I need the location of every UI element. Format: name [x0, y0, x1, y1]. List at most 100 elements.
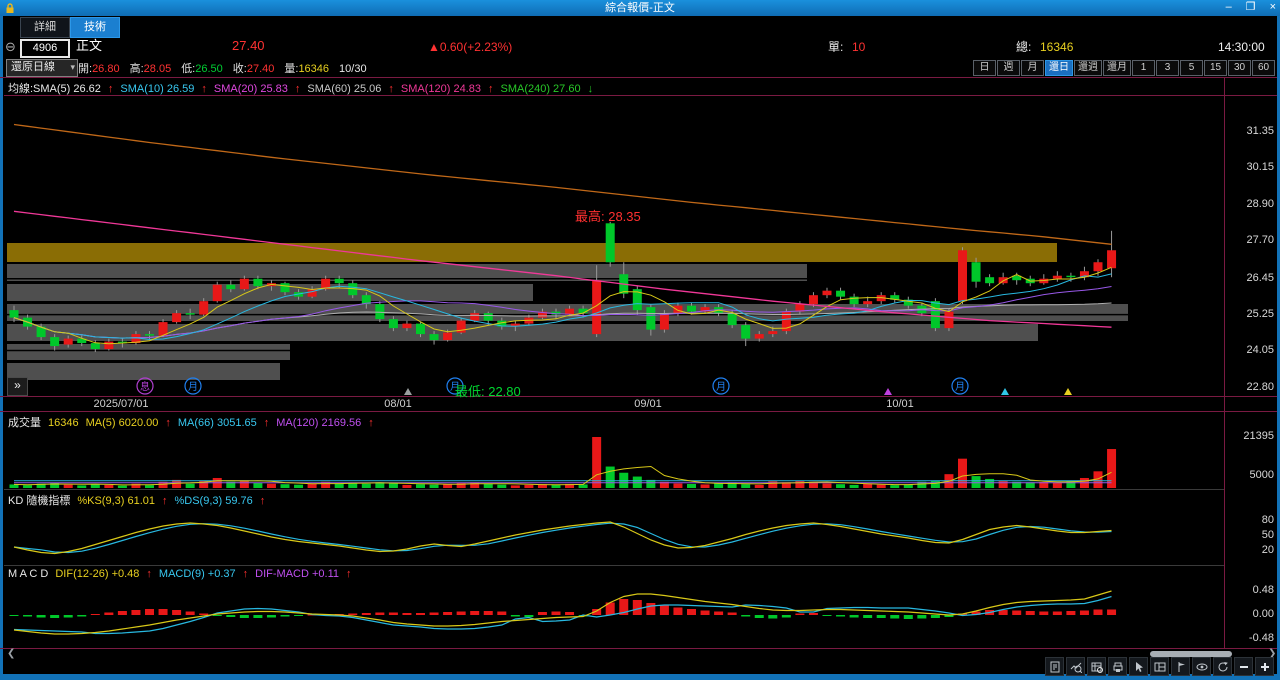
eye-icon[interactable] — [1192, 657, 1211, 676]
main-candlestick-chart[interactable]: 息月月月月 — [4, 78, 1224, 396]
ohlc-value: 10/30 — [339, 63, 367, 75]
flag-icon[interactable] — [1171, 657, 1190, 676]
period-button-15[interactable]: 15 — [1204, 60, 1227, 76]
svg-text:月: 月 — [716, 381, 726, 393]
y-axis-label: 22.80 — [1228, 381, 1274, 393]
legend-item: 均線:SMA(5) 26.62 — [8, 83, 101, 95]
y-axis-label: 5000 — [1228, 469, 1274, 481]
period-button-日[interactable]: 日 — [973, 60, 996, 76]
period-button-60[interactable]: 60 — [1252, 60, 1275, 76]
stock-name: 正文 — [76, 39, 102, 53]
pointer-icon[interactable] — [1129, 657, 1148, 676]
dropdown-label: 還原日線 — [11, 61, 55, 73]
period-button-還月[interactable]: 還月 — [1103, 60, 1131, 76]
window-border-left — [0, 16, 3, 674]
y-axis-label: 25.25 — [1228, 308, 1274, 320]
x-axis-date-label: 10/01 — [886, 398, 914, 410]
ohlc-label: 收: — [233, 63, 247, 75]
period-button-週[interactable]: 週 — [997, 60, 1020, 76]
report-icon[interactable] — [1045, 657, 1064, 676]
print-icon[interactable] — [1108, 657, 1127, 676]
kd-legend: KD 隨機指標 %KS(9,3) 61.01 ↑ %DS(9,3) 59.76 ↑ — [8, 492, 272, 508]
y-axis-label: -0.48 — [1228, 632, 1274, 644]
ohlc-value: 27.40 — [247, 63, 275, 75]
ohlc-value: 28.05 — [144, 63, 172, 75]
ohlc-value: 26.50 — [195, 63, 223, 75]
zoom-in-icon[interactable] — [1255, 657, 1274, 676]
y-axis-label: 28.90 — [1228, 198, 1274, 210]
legend-item: MA(66) 3051.65 — [178, 417, 257, 429]
event-marker-circle[interactable]: 息 — [137, 378, 153, 394]
event-marker-triangle[interactable] — [1064, 388, 1072, 395]
low-annotation: 最低: 22.80 — [455, 381, 521, 400]
legend-item: DIF(12-26) +0.48 — [55, 568, 139, 580]
title-bar[interactable]: 綜合報價-正文 – ❐ × — [0, 0, 1280, 16]
event-marker-triangle[interactable] — [1001, 388, 1009, 395]
tab-detail[interactable]: 詳細 — [20, 17, 70, 38]
period-button-月[interactable]: 月 — [1021, 60, 1044, 76]
legend-item: ↑ — [388, 83, 394, 95]
grid-icon[interactable] — [1150, 657, 1169, 676]
legend-item: DIF-MACD +0.11 — [255, 568, 339, 580]
zoom-out-icon[interactable] — [1234, 657, 1253, 676]
y-axis-label: 80 — [1228, 514, 1274, 526]
table-search-icon[interactable] — [1087, 657, 1106, 676]
refresh-icon[interactable] — [1213, 657, 1232, 676]
legend-item: MA(120) 2169.56 — [276, 417, 361, 429]
event-marker-circle[interactable]: 月 — [713, 378, 729, 394]
legend-item: KD 隨機指標 — [8, 495, 70, 507]
legend-item: ↑ — [146, 568, 152, 580]
ohlc-label: 高: — [130, 63, 144, 75]
period-button-1[interactable]: 1 — [1132, 60, 1155, 76]
y-axis-label: 21395 — [1228, 430, 1274, 442]
y-axis-label: 20 — [1228, 544, 1274, 556]
event-marker-circle[interactable]: 月 — [952, 378, 968, 394]
bottom-toolbar — [1045, 657, 1274, 676]
legend-item: %KS(9,3) 61.01 — [77, 495, 155, 507]
scroll-left-arrow[interactable]: ❮ — [7, 648, 15, 659]
legend-item: SMA(60) 25.06 — [307, 83, 381, 95]
legend-item: ↑ — [264, 417, 270, 429]
divider — [0, 396, 1277, 397]
legend-item: ↑ — [162, 495, 168, 507]
legend-item: ↑ — [243, 568, 249, 580]
legend-item: ↓ — [588, 83, 594, 95]
main-chart-legend: 均線:SMA(5) 26.62↑SMA(10) 26.59↑SMA(20) 25… — [8, 80, 600, 96]
legend-item: ↑ — [260, 495, 266, 507]
ohlc-label: 量: — [284, 63, 298, 75]
period-button-還日[interactable]: 還日 — [1045, 60, 1073, 76]
expand-button[interactable]: » — [7, 377, 28, 396]
zoom-chart-icon[interactable] — [1066, 657, 1085, 676]
legend-item: ↑ — [346, 568, 352, 580]
legend-item: ↑ — [108, 83, 114, 95]
period-button-3[interactable]: 3 — [1156, 60, 1179, 76]
legend-item: SMA(10) 26.59 — [120, 83, 194, 95]
legend-item: ↑ — [368, 417, 374, 429]
legend-item: ↑ — [165, 417, 171, 429]
legend-item: %DS(9,3) 59.76 — [175, 495, 253, 507]
maximize-button[interactable]: ❐ — [1246, 0, 1256, 16]
y-axis-label: 30.15 — [1228, 161, 1274, 173]
x-axis-date-label: 2025/07/01 — [93, 398, 148, 410]
period-button-還週[interactable]: 還週 — [1074, 60, 1102, 76]
period-button-30[interactable]: 30 — [1228, 60, 1251, 76]
close-button[interactable]: × — [1270, 0, 1276, 16]
event-marker-triangle[interactable] — [884, 388, 892, 395]
svg-text:息: 息 — [140, 380, 150, 393]
event-marker-circle[interactable]: 月 — [185, 378, 201, 394]
chart-type-dropdown[interactable]: 還原日線 ▾ — [6, 59, 78, 77]
period-button-5[interactable]: 5 — [1180, 60, 1203, 76]
tab-technical[interactable]: 技術 — [70, 17, 120, 38]
window-title: 綜合報價-正文 — [605, 2, 675, 14]
stock-search-icon[interactable]: ⊖ — [5, 40, 16, 54]
y-axis-label: 27.70 — [1228, 234, 1274, 246]
event-marker-triangle[interactable] — [404, 388, 412, 395]
last-price: 27.40 — [232, 39, 265, 53]
minimize-button[interactable]: – — [1226, 0, 1232, 16]
axis-divider — [1224, 78, 1225, 649]
y-axis-label: 50 — [1228, 529, 1274, 541]
ohlc-label: 開: — [78, 63, 92, 75]
legend-item: MACD(9) +0.37 — [159, 568, 236, 580]
stock-code-input[interactable]: 4906 — [20, 39, 70, 58]
high-annotation: 最高: 28.35 — [575, 206, 641, 225]
